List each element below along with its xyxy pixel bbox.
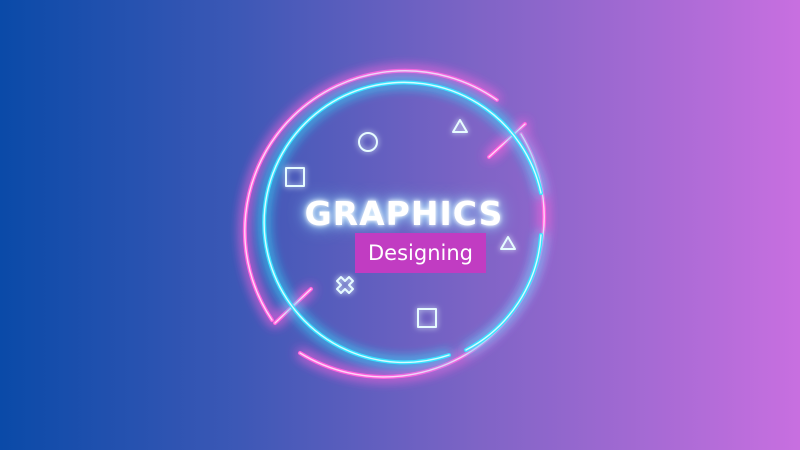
graphics-title: GRAPHICS [304, 194, 504, 233]
triangle-shape-icon [452, 119, 468, 133]
square-shape-icon [285, 167, 305, 187]
designing-label-box: Designing [355, 233, 486, 273]
circle-shape-icon [358, 132, 378, 152]
triangle-shape-small-icon [500, 236, 516, 250]
square-shape-bottom-icon [417, 308, 437, 328]
graphic-canvas: GRAPHICS Designing [0, 0, 800, 450]
x-shape-icon [336, 276, 354, 294]
designing-label: Designing [368, 241, 473, 265]
